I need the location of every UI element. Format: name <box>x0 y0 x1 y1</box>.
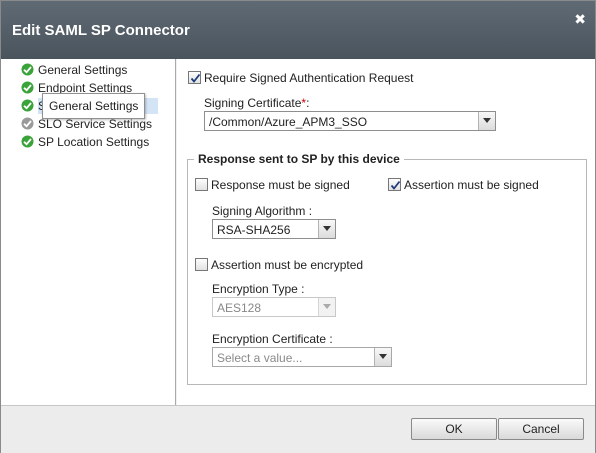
green-check-icon <box>21 63 34 76</box>
nav-item-label: General Settings <box>38 63 128 77</box>
settings-content: Require Signed Authentication Request Si… <box>177 59 595 405</box>
checkmark-icon <box>390 180 401 190</box>
require-signed-auth-checkbox[interactable] <box>188 71 201 84</box>
cancel-button[interactable]: Cancel <box>498 418 584 440</box>
chevron-down-icon[interactable] <box>318 298 335 316</box>
dialog-title: Edit SAML SP Connector <box>12 22 190 39</box>
encryption-type-select[interactable]: AES128 <box>212 297 336 317</box>
signing-certificate-select[interactable]: /Common/Azure_APM3_SSO <box>204 111 496 131</box>
nav-item-label: SP Location Settings <box>38 135 150 149</box>
response-signed-checkbox[interactable] <box>195 178 208 191</box>
assertion-signed-checkbox[interactable] <box>388 178 401 191</box>
require-signed-auth-label: Require Signed Authentication Request <box>204 71 414 85</box>
response-fieldset: Response sent to SP by this device Respo… <box>187 152 587 385</box>
response-fieldset-legend: Response sent to SP by this device <box>194 152 404 166</box>
encryption-certificate-label: Encryption Certificate : <box>212 332 333 346</box>
ok-button[interactable]: OK <box>411 418 497 440</box>
chevron-down-icon[interactable] <box>478 112 495 130</box>
nav-item-label: SLO Service Settings <box>38 117 153 131</box>
assertion-signed-label: Assertion must be signed <box>404 178 539 192</box>
signing-algorithm-select[interactable]: RSA-SHA256 <box>212 219 336 239</box>
encryption-type-label: Encryption Type : <box>212 282 305 296</box>
close-icon[interactable]: ✖ <box>574 11 586 28</box>
signing-algorithm-label: Signing Algorithm : <box>212 204 313 218</box>
signing-certificate-label-text: Signing Certificate <box>204 96 302 110</box>
dialog-titlebar: Edit SAML SP Connector ✖ <box>1 1 595 59</box>
edit-saml-sp-connector-dialog: Edit SAML SP Connector ✖ General Setting… <box>0 0 596 453</box>
assertion-encrypted-checkbox[interactable] <box>195 258 208 271</box>
response-signed-label: Response must be signed <box>211 178 350 192</box>
assertion-encrypted-label: Assertion must be encrypted <box>211 258 364 272</box>
signing-certificate-value: /Common/Azure_APM3_SSO <box>209 115 368 129</box>
signing-algorithm-value: RSA-SHA256 <box>217 223 291 237</box>
encryption-certificate-placeholder: Select a value... <box>217 351 303 365</box>
green-check-icon <box>21 99 34 112</box>
dialog-footer: OK Cancel <box>1 405 595 453</box>
chevron-down-icon[interactable] <box>374 348 391 366</box>
chevron-down-icon[interactable] <box>318 220 335 238</box>
nav-item-general-settings[interactable]: General Settings <box>21 62 127 78</box>
green-check-icon <box>21 135 34 148</box>
encryption-type-value: AES128 <box>217 301 262 315</box>
green-check-icon <box>21 81 34 94</box>
checkmark-icon <box>190 73 201 83</box>
nav-tooltip: General Settings <box>42 93 146 119</box>
slo-settings-icon <box>21 117 34 130</box>
signing-certificate-label: Signing Certificate*: <box>204 96 309 110</box>
signing-certificate-colon: : <box>306 96 310 110</box>
nav-item-sp-location-settings[interactable]: SP Location Settings <box>21 134 149 150</box>
encryption-certificate-select[interactable]: Select a value... <box>212 347 392 367</box>
settings-nav: General Settings Endpoint Settings S SLO… <box>1 59 176 405</box>
